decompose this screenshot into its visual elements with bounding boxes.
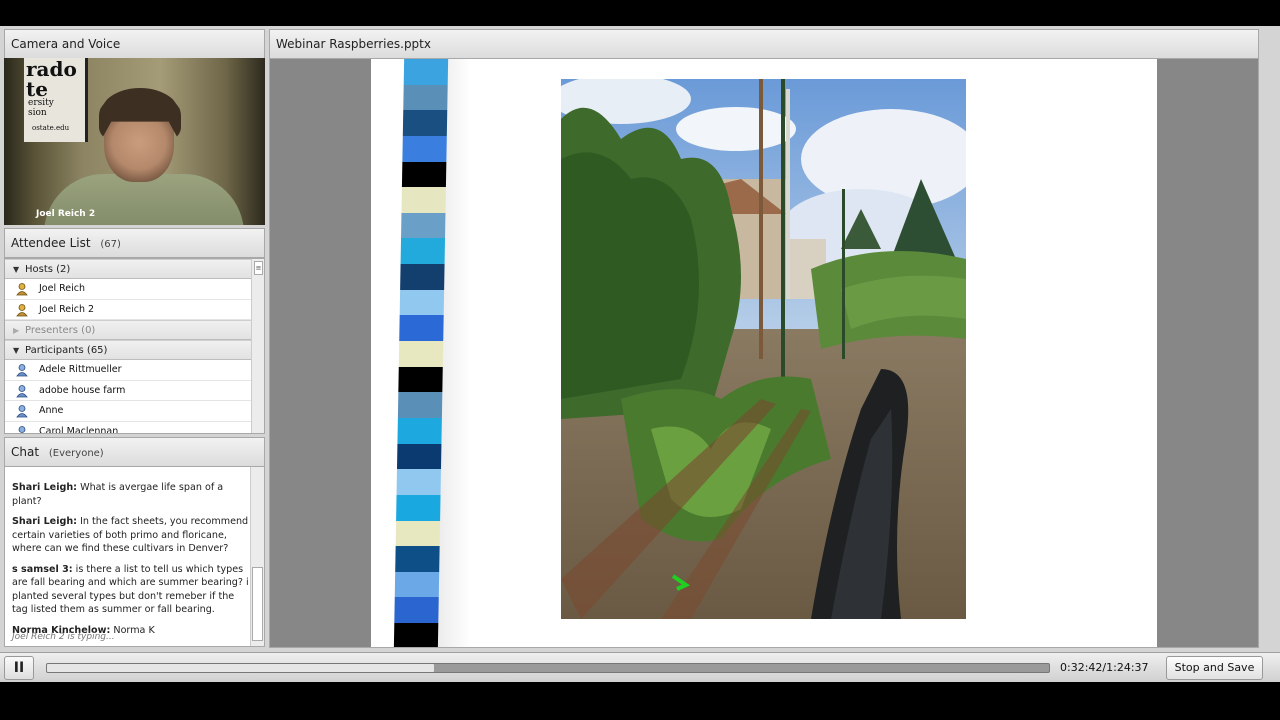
chat-message: s samsel 3: is there a list to tell us w…	[5, 563, 264, 617]
attendee-row[interactable]: Carol Maclennan	[5, 422, 264, 434]
group-presenters[interactable]: ▶ Presenters (0)	[5, 320, 264, 340]
stripe-band	[397, 392, 443, 418]
attendee-scrollbar[interactable]: ≡	[251, 259, 264, 433]
stop-and-save-button[interactable]: Stop and Save	[1166, 656, 1263, 680]
group-label: Hosts (2)	[25, 264, 71, 275]
chat-message: Shari Leigh: What is avergae life span o…	[5, 481, 264, 508]
attendee-row[interactable]: Joel Reich	[5, 279, 264, 300]
stripe-band	[398, 366, 443, 393]
participant-icon	[16, 364, 28, 377]
stripe-band	[401, 212, 446, 239]
speaker-name: Joel Reich 2	[36, 209, 96, 219]
attendee-pod-title: Attendee List	[11, 236, 91, 250]
stripe-band	[394, 571, 440, 598]
attendee-name: Adele Rittmueller	[39, 364, 122, 375]
presentation-area	[269, 58, 1259, 648]
attendee-name: adobe house farm	[39, 384, 126, 396]
group-label: Presenters (0)	[25, 325, 96, 336]
group-hosts[interactable]: ▼ Hosts (2)	[5, 259, 264, 279]
attendee-list: ▼ Hosts (2) Joel Reich Joel Reich 2 ▶ Pres…	[4, 258, 265, 434]
sign-text-3: ersity	[28, 98, 54, 108]
group-label: Participants (65)	[25, 345, 108, 356]
attendee-row[interactable]: Anne	[5, 401, 264, 422]
chat-pod-title: Chat	[11, 445, 40, 459]
stripe-band	[401, 161, 447, 188]
stripe-band	[402, 135, 447, 162]
host-icon	[16, 283, 28, 296]
sign-text-2: te	[26, 77, 48, 101]
seek-slider[interactable]	[46, 663, 1050, 673]
sign-text-1: rado	[26, 58, 77, 81]
stripe-band	[397, 417, 442, 444]
presentation-pod-header: Webinar Raspberries.pptx	[269, 29, 1259, 59]
stripe-band	[399, 289, 445, 316]
attendee-pod-header: Attendee List (67)	[4, 228, 265, 258]
participant-icon	[18, 425, 26, 433]
attendee-name: Anne	[39, 405, 64, 416]
participant-icon	[16, 405, 28, 418]
chat-author: s samsel 3:	[12, 563, 73, 575]
chat-scope: (Everyone)	[48, 448, 104, 459]
camera-video: rado te ersity sion ostate.edu Joel Reic…	[4, 58, 265, 225]
chat-scrollbar[interactable]	[250, 467, 264, 646]
stripe-band	[398, 341, 444, 367]
playback-bar: II 0:32:42/1:24:37 Stop and Save	[0, 652, 1280, 682]
stripe-band	[402, 110, 448, 136]
stripe-band	[400, 238, 446, 265]
attendee-name: Joel Reich	[39, 283, 86, 294]
sign-text-4: sion	[28, 108, 47, 118]
stripe-band	[393, 623, 439, 647]
chat-text: Norma K	[113, 624, 155, 636]
stripe-band	[396, 469, 441, 495]
expand-triangle-icon[interactable]: ▼	[13, 260, 25, 279]
stripe-band	[399, 315, 444, 342]
chat-author: Shari Leigh:	[12, 516, 78, 527]
playback-time: 0:32:42/1:24:37	[1060, 661, 1149, 674]
chat-pod-header: Chat (Everyone)	[4, 437, 265, 467]
raspberry-garden-photo	[561, 79, 966, 619]
chat-scrollbar-thumb[interactable]	[252, 567, 263, 641]
host-icon	[16, 303, 28, 316]
stripe-band	[394, 597, 439, 624]
stripe-band	[396, 494, 441, 521]
attendee-name: Joel Reich 2	[39, 303, 95, 315]
stripe-band	[400, 264, 445, 290]
group-participants[interactable]: ▼ Participants (65)	[5, 340, 264, 360]
pause-button[interactable]: II	[4, 656, 34, 680]
university-sign: rado te ersity sion ostate.edu	[24, 58, 88, 142]
camera-pod-title: Camera and Voice	[11, 37, 121, 51]
stripe-band	[395, 546, 440, 572]
stripe-band	[403, 59, 449, 85]
stripe-band	[403, 84, 448, 111]
chat-messages: Shari Leigh: What is avergae life span o…	[4, 466, 265, 647]
slide	[371, 59, 1157, 647]
attendee-row[interactable]: Joel Reich 2	[5, 300, 264, 320]
participant-icon	[16, 384, 28, 397]
attendee-count: (67)	[100, 239, 121, 250]
collapse-triangle-icon[interactable]: ▶	[13, 321, 25, 340]
presentation-title: Webinar Raspberries.pptx	[276, 37, 431, 51]
sign-text-5: ostate.edu	[32, 124, 70, 132]
attendee-row[interactable]: adobe house farm	[5, 381, 264, 401]
webinar-recording-player: Camera and Voice rado te ersity sion ost…	[0, 0, 1280, 720]
attendee-name: Carol Maclennan	[39, 425, 119, 434]
typing-indicator: Joel Reich 2 is typing...	[12, 632, 115, 642]
expand-triangle-icon[interactable]: ▼	[13, 341, 25, 360]
seek-progress	[47, 664, 434, 672]
chat-author: Shari Leigh:	[12, 482, 78, 493]
stripe-band	[395, 520, 441, 547]
chat-message: Shari Leigh: In the fact sheets, you rec…	[5, 515, 264, 556]
attendee-row[interactable]: Adele Rittmueller	[5, 360, 264, 381]
stripe-band	[396, 443, 442, 470]
scrollbar-grip-icon[interactable]: ≡	[254, 261, 263, 275]
stripe-band	[401, 187, 446, 213]
camera-pod-header: Camera and Voice	[4, 29, 265, 59]
